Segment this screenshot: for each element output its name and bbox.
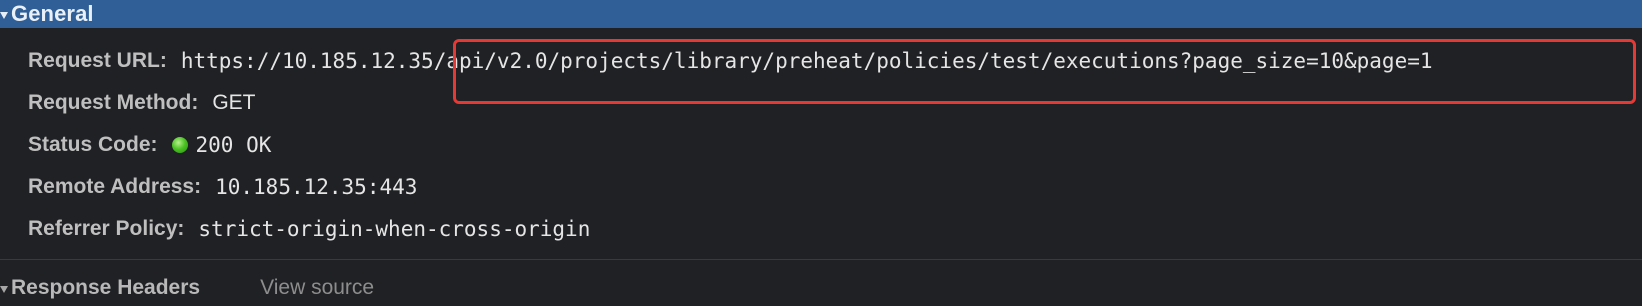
general-details-list: Request URL: https://10.185.12.35/api/v2… (28, 40, 1628, 250)
status-code-value[interactable]: 200 OK (196, 133, 272, 157)
request-url-row: Request URL: https://10.185.12.35/api/v2… (28, 40, 1628, 82)
remote-address-label: Remote Address: (28, 175, 202, 198)
request-url-value[interactable]: https://10.185.12.35/api/v2.0/projects/l… (181, 49, 1433, 73)
general-section-title: General (11, 1, 94, 26)
expand-triangle-icon[interactable] (0, 285, 8, 293)
expand-triangle-icon[interactable] (0, 11, 8, 19)
remote-address-row: Remote Address: 10.185.12.35:443 (28, 166, 1628, 208)
response-headers-section-header[interactable]: Response Headers View source (0, 270, 374, 306)
general-section-header[interactable]: General (0, 0, 1642, 28)
referrer-policy-row: Referrer Policy: strict-origin-when-cros… (28, 208, 1628, 250)
status-ok-icon (171, 137, 188, 153)
status-code-label: Status Code: (28, 133, 158, 156)
response-headers-title: Response Headers (11, 276, 201, 299)
section-divider (0, 259, 1642, 260)
view-source-link[interactable]: View source (260, 276, 374, 300)
referrer-policy-label: Referrer Policy: (28, 217, 185, 240)
request-method-row: Request Method: GET (28, 82, 1628, 124)
request-method-value[interactable]: GET (212, 91, 255, 115)
status-code-row: Status Code: 200 OK (28, 124, 1628, 166)
remote-address-value[interactable]: 10.185.12.35:443 (215, 175, 417, 199)
request-url-label: Request URL: (28, 49, 167, 72)
referrer-policy-value[interactable]: strict-origin-when-cross-origin (198, 217, 590, 241)
request-method-label: Request Method: (28, 91, 199, 114)
